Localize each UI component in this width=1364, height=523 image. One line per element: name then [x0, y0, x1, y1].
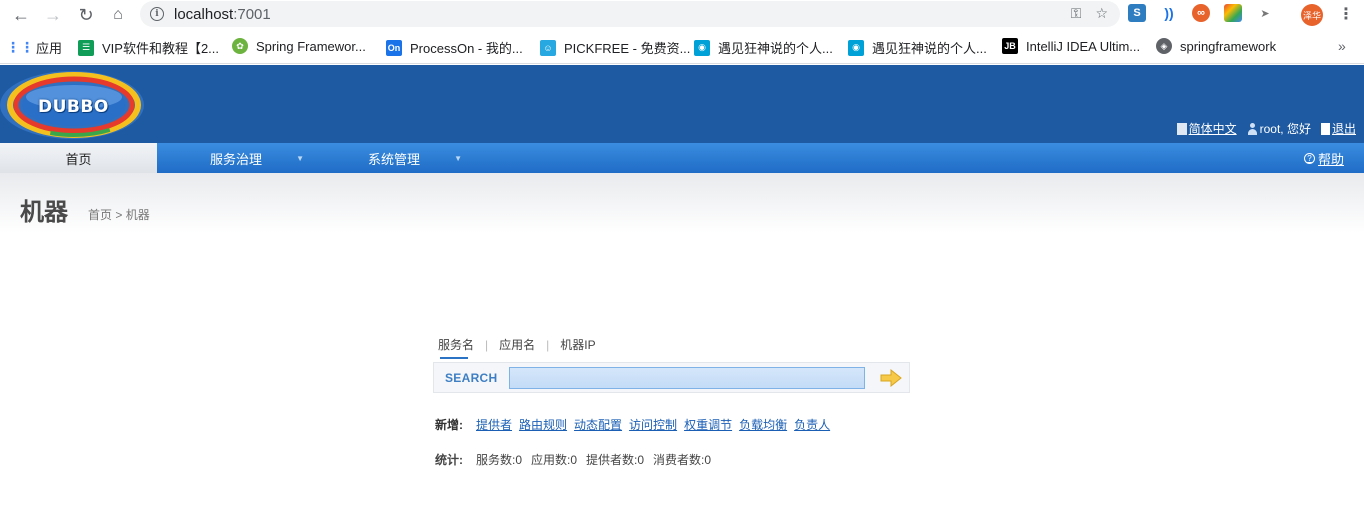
- bookmark-spring[interactable]: ✿ Spring Framewor...: [232, 38, 366, 54]
- bilibili-icon: ◉: [694, 39, 710, 56]
- add-owner-link[interactable]: 负责人: [794, 416, 830, 433]
- stat-service-count: 服务数:0: [476, 453, 523, 467]
- language-label[interactable]: 简体中文: [1189, 122, 1237, 136]
- extension-cursor-icon[interactable]: ➤: [1256, 4, 1274, 22]
- add-route-link[interactable]: 路由规则: [519, 416, 567, 433]
- stats-row: 统计: 服务数:0 应用数:0 提供者数:0 消费者数:0: [435, 451, 711, 468]
- url-text: localhost:7001: [174, 5, 271, 23]
- spring-leaf-icon: ✿: [232, 38, 248, 54]
- bookmark-intellij[interactable]: JB IntelliJ IDEA Ultim...: [1002, 38, 1140, 54]
- extension-color-icon[interactable]: [1224, 4, 1242, 22]
- title-band: [0, 173, 1364, 233]
- back-arrow-icon[interactable]: ←: [10, 4, 32, 26]
- page-title: 机器: [20, 199, 68, 226]
- jetbrains-icon: JB: [1002, 38, 1018, 54]
- extension-wave-icon[interactable]: )): [1160, 4, 1178, 22]
- stat-consumer-count: 消费者数:0: [653, 453, 712, 467]
- bookmark-vip[interactable]: ☰ VIP软件和教程【2...: [78, 38, 219, 57]
- bookmark-apps[interactable]: ⋮⋮ 应用: [6, 38, 62, 57]
- stat-provider-count: 提供者数:0: [586, 453, 645, 467]
- nav-service-governance-label: 服务治理: [209, 151, 262, 167]
- extension-s-icon[interactable]: S: [1128, 4, 1146, 22]
- add-access-link[interactable]: 访问控制: [629, 416, 677, 433]
- tab-separator: |: [485, 337, 489, 352]
- site-info-icon[interactable]: i: [150, 7, 164, 21]
- add-loadbalance-link[interactable]: 负载均衡: [739, 416, 787, 433]
- bookmark-kuangshen-2[interactable]: ◉ 遇见狂神说的个人...: [848, 38, 987, 57]
- bookmark-pickfree[interactable]: ☺ PICKFREE - 免费资...: [540, 38, 690, 57]
- bookmark-kuangshen-1[interactable]: ◉ 遇见狂神说的个人...: [694, 38, 833, 57]
- logout-icon: [1320, 123, 1330, 135]
- chevron-more-icon[interactable]: »: [1338, 38, 1346, 54]
- nav-service-governance[interactable]: 服务治理 ▼: [157, 143, 315, 173]
- processon-icon: On: [386, 39, 402, 56]
- add-weight-link[interactable]: 权重调节: [684, 416, 732, 433]
- bookmark-processon[interactable]: On ProcessOn - 我的...: [386, 38, 523, 57]
- reload-icon[interactable]: ↻: [75, 4, 97, 26]
- dubbo-logo[interactable]: DUBBO: [0, 67, 146, 141]
- help-link[interactable]: ? 帮助: [1303, 143, 1344, 173]
- globe-icon: ◈: [1156, 38, 1172, 54]
- bilibili-icon: ◉: [848, 39, 864, 56]
- app-header: DUBBO 简体中文 root, 您好 退出: [0, 65, 1364, 143]
- logout-link[interactable]: 退出: [1320, 120, 1356, 137]
- pickfree-icon: ☺: [540, 39, 556, 56]
- help-label: 帮助: [1317, 151, 1344, 167]
- search-label: SEARCH: [445, 371, 498, 385]
- breadcrumb-home[interactable]: 首页: [88, 208, 112, 222]
- search-tabs: 服务名 | 应用名 | 机器IP: [438, 336, 596, 359]
- sheet-icon: ☰: [78, 39, 94, 56]
- extension-infinity-icon[interactable]: ∞: [1192, 4, 1210, 22]
- search-input[interactable]: [509, 367, 865, 389]
- tab-app-name[interactable]: 应用名: [499, 336, 535, 353]
- nav-system-admin[interactable]: 系统管理 ▼: [315, 143, 473, 173]
- tab-machine-ip[interactable]: 机器IP: [560, 336, 595, 353]
- search-arrow-icon[interactable]: [880, 369, 902, 387]
- breadcrumb-current: 机器: [125, 208, 150, 222]
- breadcrumb: 首页 > 机器: [88, 206, 150, 223]
- forward-arrow-icon[interactable]: →: [42, 4, 64, 26]
- apps-grid-icon: ⋮⋮: [6, 39, 34, 55]
- home-icon[interactable]: ⌂: [107, 4, 129, 26]
- bookmarks-bar: ⋮⋮ 应用 ☰ VIP软件和教程【2... ✿ Spring Framewor... …: [0, 30, 1364, 64]
- user-icon: [1247, 123, 1258, 135]
- dropdown-caret-icon: ▼: [454, 153, 462, 163]
- nav-system-admin-label: 系统管理: [367, 151, 420, 167]
- greeting-text: root, 您好: [1259, 122, 1311, 136]
- search-box: SEARCH: [433, 362, 910, 393]
- browser-toolbar: ← → ↻ ⌂ i localhost:7001 ⚿ ☆ S )) ∞ ➤ 泽华…: [0, 0, 1364, 30]
- address-bar[interactable]: i localhost:7001 ⚿ ☆: [140, 1, 1120, 27]
- document-icon: [1176, 123, 1187, 135]
- user-greeting: root, 您好: [1247, 120, 1311, 137]
- stats-label: 统计:: [435, 453, 463, 467]
- star-bookmark-icon[interactable]: ☆: [1095, 5, 1108, 22]
- add-links-row: 新增: 提供者 路由规则 动态配置 访问控制 权重调节 负载均衡 负责人: [435, 416, 830, 433]
- logo-text: DUBBO: [38, 97, 109, 117]
- stat-app-count: 应用数:0: [531, 453, 578, 467]
- add-config-link[interactable]: 动态配置: [574, 416, 622, 433]
- nav-home[interactable]: 首页: [0, 143, 157, 173]
- dropdown-caret-icon: ▼: [296, 153, 304, 163]
- add-provider-link[interactable]: 提供者: [476, 416, 512, 433]
- logout-label[interactable]: 退出: [1332, 122, 1356, 136]
- main-nav: 首页 服务治理 ▼ 系统管理 ▼ ? 帮助: [0, 143, 1364, 173]
- add-label: 新增:: [435, 418, 463, 432]
- browser-menu-icon[interactable]: ⋮: [1338, 4, 1354, 24]
- language-link[interactable]: 简体中文: [1176, 120, 1237, 137]
- tab-service-name[interactable]: 服务名: [438, 336, 474, 359]
- key-icon[interactable]: ⚿: [1071, 5, 1082, 22]
- question-icon: ?: [1303, 152, 1315, 164]
- profile-avatar[interactable]: 泽华: [1301, 4, 1323, 26]
- tab-separator: |: [546, 337, 550, 352]
- bookmark-springframework[interactable]: ◈ springframework: [1156, 38, 1276, 54]
- breadcrumb-separator: >: [115, 208, 123, 222]
